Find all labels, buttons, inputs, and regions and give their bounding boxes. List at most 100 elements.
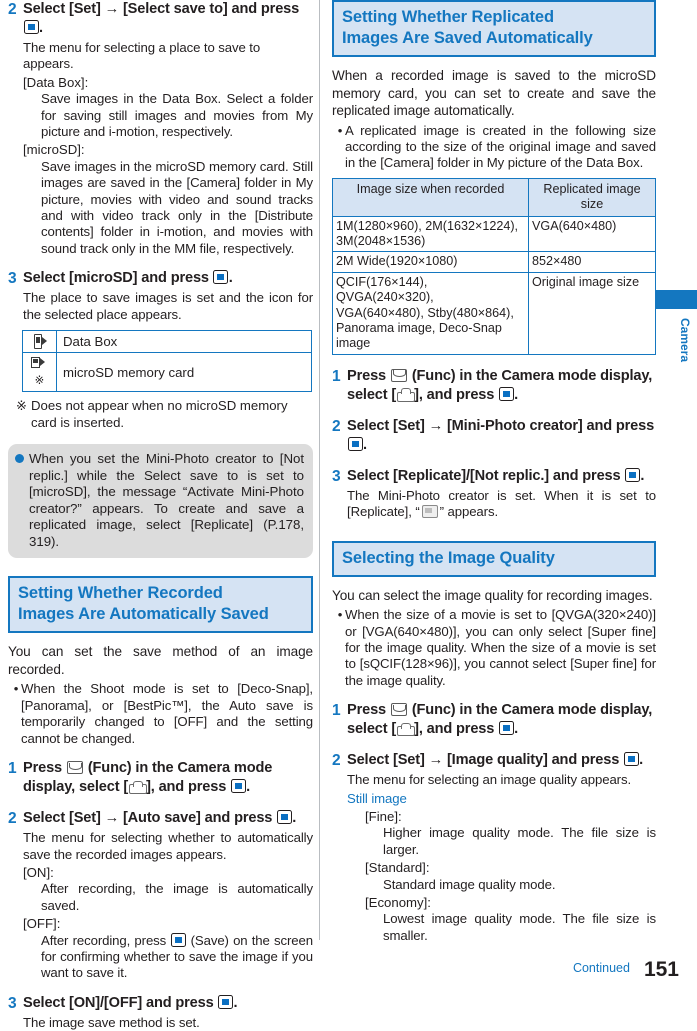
- select-key-icon: [23, 20, 39, 34]
- table-row: 2M Wide(1920×1080) 852×480: [332, 251, 656, 273]
- footnote-mark-icon: ※: [34, 375, 45, 388]
- select-key-icon: [624, 467, 640, 482]
- step-title-part-a: Press: [347, 702, 387, 719]
- select-key-icon: [213, 270, 229, 285]
- step-title: Select [Replicate]/[Not replic.] and pre…: [347, 467, 644, 486]
- step-select-save-to: 2 Select [Set] → [Select save to] and pr…: [8, 0, 313, 38]
- select-key-icon: [498, 386, 514, 401]
- step-title: Select [Set] → [Select save to] and pres…: [23, 0, 313, 38]
- step-title: Press (Func) in the Camera mode display,…: [347, 701, 656, 739]
- step-press-func: 1 Press (Func) in the Camera mode displa…: [332, 701, 656, 739]
- table-footnote: ※ Does not appear when no microSD memory…: [16, 398, 313, 431]
- step-title-part-c: ], and press: [414, 386, 495, 403]
- column-header-recorded: Image size when recorded: [332, 177, 529, 217]
- term-standard-definition: Standard image quality mode.: [383, 876, 556, 892]
- step-title: Select [Set] → [Mini-Photo creator] and …: [347, 417, 656, 455]
- step-title-part-c: ], and press: [414, 721, 495, 738]
- step-title-text: Select [Replicate]/[Not replic.] and pre…: [347, 467, 621, 484]
- step-title-text: Select [microSD] and press: [23, 270, 209, 287]
- term-economy: [Economy]:: [365, 894, 431, 910]
- data-box-icon: [29, 334, 51, 350]
- term-microsd: [microSD]:: [23, 142, 85, 158]
- step-number: 1: [332, 367, 341, 385]
- step-title-part-c: ], and press: [146, 779, 227, 796]
- note-text: When you set the Mini-Photo creator to […: [29, 450, 304, 549]
- arrow-glyph: →: [104, 810, 120, 827]
- microsd-card-icon: [29, 355, 51, 370]
- select-key-icon: [498, 721, 514, 736]
- bullet-dot-icon: •: [337, 607, 343, 623]
- step-title: Select [Set] → [Image quality] and press…: [347, 751, 643, 770]
- arrow-glyph: →: [428, 752, 444, 769]
- cell-replicated-size: 852×480: [528, 251, 656, 273]
- bullet-text: When the Shoot mode is set to [Deco-Snap…: [21, 681, 313, 746]
- step-number: 1: [8, 760, 17, 778]
- section-intro: You can set the save method of an image …: [8, 644, 313, 677]
- term-on: [ON]:: [23, 864, 54, 880]
- step-title-part-b: [Image quality] and press: [443, 752, 620, 769]
- table-header-row: Image size when recorded Replicated imag…: [332, 177, 656, 217]
- step-title-end: .: [640, 467, 645, 484]
- select-key-icon: [170, 932, 186, 947]
- continued-label: Continued: [572, 961, 630, 975]
- step-description: The image save method is set.: [23, 1014, 200, 1030]
- chapter-tab-label: Camera: [678, 318, 692, 363]
- select-key-icon: [217, 994, 233, 1009]
- step-title: Press (Func) in the Camera mode display,…: [347, 367, 656, 405]
- step-title-end: .: [363, 436, 367, 453]
- section-intro: When a recorded image is saved to the mi…: [332, 68, 656, 118]
- envelope-func-key-icon: [390, 703, 407, 717]
- column-header-replicated: Replicated image size: [528, 177, 656, 217]
- term-fine-definition: Higher image quality mode. The file size…: [383, 825, 656, 857]
- term-data-box-definition: Save images in the Data Box. Select a fo…: [41, 91, 313, 140]
- term-economy-definition: Lowest image quality mode. The file size…: [383, 911, 656, 943]
- replicated-size-table: Image size when recorded Replicated imag…: [332, 177, 656, 355]
- select-key-icon: [623, 752, 639, 767]
- page-number: 151: [643, 958, 679, 981]
- step-title-end: .: [246, 779, 250, 796]
- step-title-part-a: Select [Set]: [23, 810, 105, 827]
- data-box-label: Data Box: [56, 330, 312, 354]
- step-description: The menu for selecting whether to automa…: [23, 830, 313, 862]
- table-row: QCIF(176×144), QVGA(240×320), VGA(640×48…: [332, 271, 656, 355]
- cell-replicated-size: VGA(640×480): [528, 215, 656, 253]
- step-description-a: The Mini-Photo creator is set. When it i…: [347, 487, 656, 520]
- step-number: 3: [8, 270, 17, 288]
- page-footer: Continued 151: [0, 958, 697, 982]
- step-title-part-a: Select [Set]: [347, 417, 429, 434]
- term-off-def-a: After recording, press: [41, 932, 167, 948]
- term-standard: [Standard]:: [365, 860, 430, 876]
- bullet-dot-icon: •: [13, 681, 19, 697]
- envelope-func-key-icon: [66, 761, 83, 775]
- camera-menu-icon: [397, 388, 416, 402]
- step-title-part-a: Select [Set]: [23, 1, 105, 17]
- cell-recorded-size: 1M(1280×960), 2M(1632×1224), 3M(2048×153…: [332, 215, 529, 253]
- step-select-replicate: 3 Select [Replicate]/[Not replic.] and p…: [332, 467, 656, 486]
- heading-line-2: Images Are Saved Automatically: [342, 29, 593, 47]
- section-heading-replicated: Setting Whether Replicated Images Are Sa…: [332, 0, 656, 57]
- bullet-text: When the size of a movie is set to [QVGA…: [345, 607, 656, 688]
- still-image-subheading: Still image: [347, 790, 407, 806]
- select-key-icon: [276, 810, 292, 825]
- step-title: Press (Func) in the Camera mode display,…: [23, 759, 313, 797]
- select-key-icon: [230, 779, 246, 794]
- section-heading-image-quality: Selecting the Image Quality: [332, 540, 656, 577]
- select-key-icon: [347, 436, 363, 451]
- envelope-func-key-icon: [390, 368, 407, 382]
- cell-replicated-size: Original image size: [528, 271, 656, 355]
- heading-line-1: Selecting the Image Quality: [342, 548, 555, 567]
- step-title-part-b: [Select save to] and press: [119, 1, 300, 17]
- step-title-end: .: [39, 20, 43, 36]
- step-title-end: .: [514, 721, 519, 738]
- step-press-func: 1 Press (Func) in the Camera mode displa…: [332, 367, 656, 405]
- save-location-icon-table: Data Box ※ microSD memory card: [22, 330, 312, 393]
- step-title: Select [microSD] and press .: [23, 269, 233, 288]
- step-title-text: Select [ON]/[OFF] and press: [23, 994, 214, 1011]
- left-column: 2 Select [Set] → [Select save to] and pr…: [8, 0, 313, 1031]
- term-off: [OFF]:: [23, 916, 61, 932]
- info-note-box: When you set the Mini-Photo creator to […: [8, 443, 313, 559]
- step-title-part-b: [Auto save] and press: [119, 810, 273, 827]
- section-bullet: • A replicated image is created in the f…: [332, 123, 656, 172]
- term-microsd-definition: Save images in the microSD memory card. …: [41, 158, 313, 256]
- footnote-mark: ※: [16, 398, 28, 414]
